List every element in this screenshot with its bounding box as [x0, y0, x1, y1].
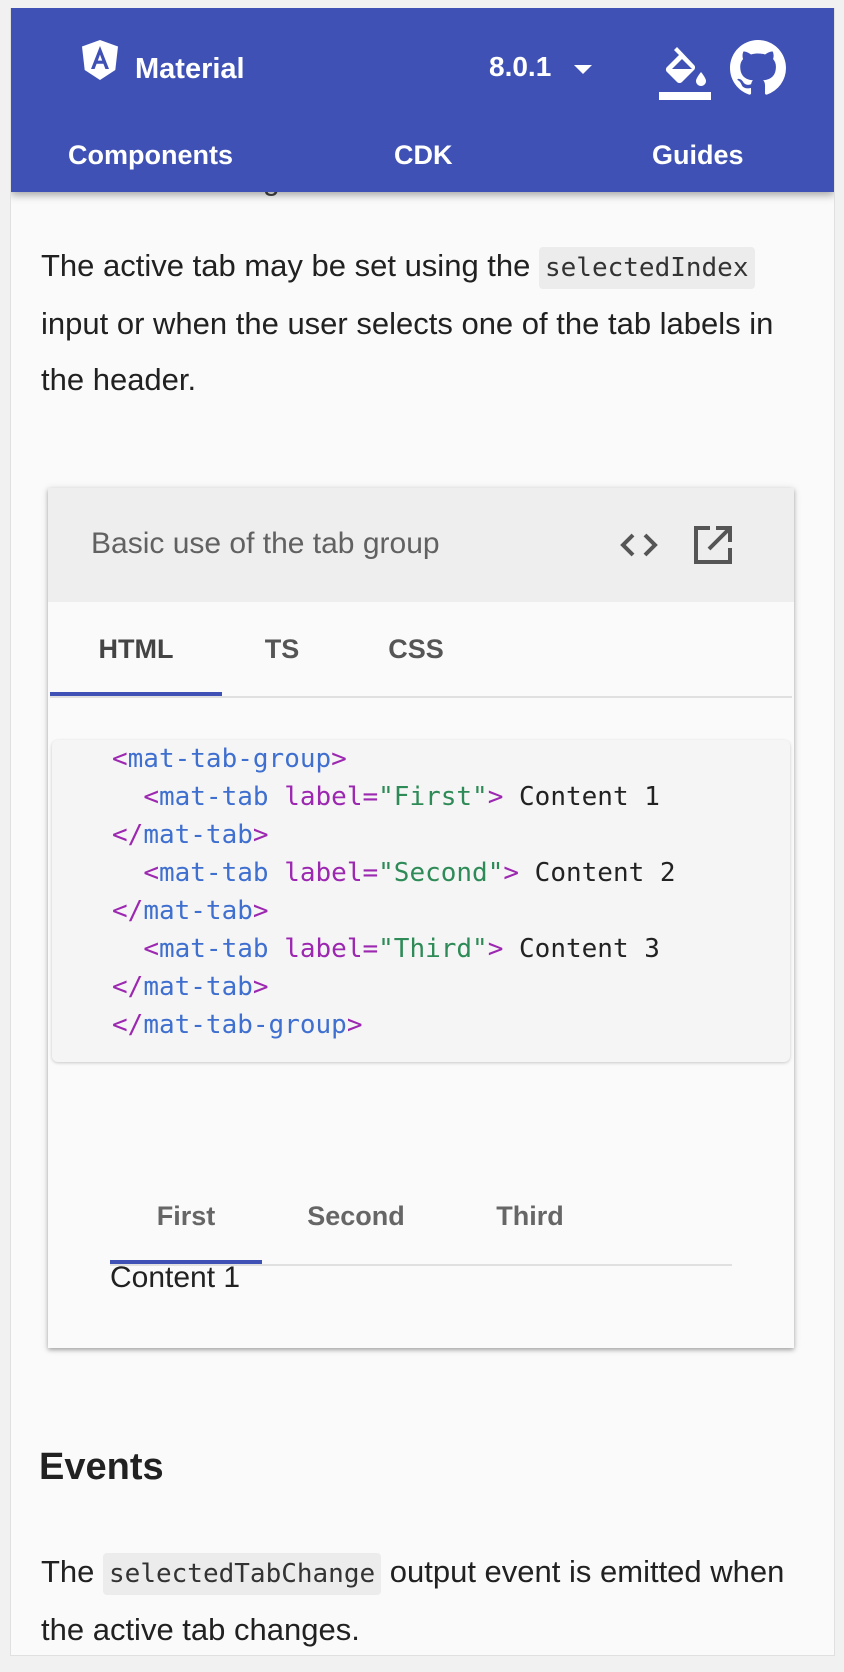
code-line: <mat-tab label="Second"> Content 2 [143, 858, 676, 888]
nav-cdk[interactable]: CDK [394, 138, 453, 172]
intro-paragraph: The active tab may be set using the sele… [41, 247, 774, 397]
example-header: Basic use of the tab group [48, 488, 794, 602]
section-heading-events: Events [39, 1446, 164, 1488]
example-viewer-card: Basic use of the tab group HTML TS CSS <… [48, 488, 794, 1348]
arrow-drop-down-icon[interactable] [574, 65, 592, 74]
example-title: Basic use of the tab group [91, 527, 440, 560]
format-color-fill-icon[interactable] [657, 44, 713, 102]
code-line: </mat-tab> [112, 820, 269, 850]
demo-tab-content: Content 1 [110, 1261, 241, 1294]
version-selector[interactable]: 8.0.1 [489, 50, 551, 84]
angular-logo-icon[interactable] [80, 38, 120, 82]
open-in-new-icon[interactable] [692, 524, 734, 566]
github-icon[interactable] [730, 40, 786, 96]
code-line: <mat-tab-group> [112, 744, 347, 774]
tab-html[interactable]: HTML [50, 602, 222, 696]
nav-components[interactable]: Components [68, 138, 233, 172]
code-snippet: <mat-tab-group> <mat-tab label="First"> … [52, 740, 790, 1062]
code-line: </mat-tab> [112, 896, 269, 926]
events-paragraph: The selectedTabChange output event is em… [41, 1553, 785, 1647]
top-toolbar: Material 8.0.1 Components CDK Guides [11, 8, 834, 192]
tab-css[interactable]: CSS [350, 602, 482, 696]
demo-tab-first[interactable]: First [110, 1168, 262, 1264]
inline-code-selectedindex: selectedIndex [539, 247, 755, 289]
code-line: <mat-tab label="Third"> Content 3 [143, 934, 660, 964]
source-tab-bar: HTML TS CSS [50, 602, 792, 698]
active-tab-indicator [50, 692, 222, 696]
code-line: </mat-tab> [112, 972, 269, 1002]
inline-code-selectedtabchange: selectedTabChange [103, 1553, 382, 1595]
brand-name[interactable]: Material [135, 52, 245, 86]
demo-tab-third[interactable]: Third [450, 1168, 610, 1264]
tab-ts[interactable]: TS [222, 602, 342, 696]
code-icon[interactable] [618, 525, 660, 565]
code-line: </mat-tab-group> [112, 1010, 363, 1040]
demo-tab-second[interactable]: Second [262, 1168, 450, 1264]
code-line: <mat-tab label="First"> Content 1 [143, 782, 660, 812]
page-frame: Material 8.0.1 Components CDK Guides g T… [10, 8, 835, 1656]
demo-tab-bar: First Second Third [110, 1168, 732, 1266]
nav-guides[interactable]: Guides [652, 138, 744, 172]
